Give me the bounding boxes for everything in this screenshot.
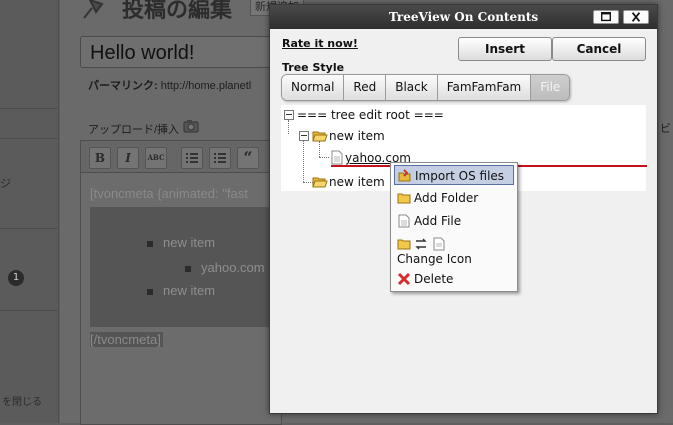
comment-count-badge: 1: [8, 270, 24, 286]
tree-connector: [319, 157, 329, 158]
close-icon: [631, 12, 641, 22]
menu-item-delete[interactable]: Delete: [394, 269, 514, 289]
menu-item-add-folder[interactable]: Add Folder: [394, 188, 514, 208]
tree-connector: [319, 141, 320, 157]
permalink-url[interactable]: http://home.planetl: [161, 80, 252, 92]
menu-item-import-os-files[interactable]: Import OS files: [394, 165, 514, 185]
numbered-list-icon: [214, 153, 226, 163]
tab-normal[interactable]: Normal: [282, 75, 345, 100]
visual-tab-label[interactable]: ビ: [660, 120, 671, 136]
sidebar-letter: ジ: [0, 177, 11, 190]
tree-style-tabs: Normal Red Black FamFamFam File: [281, 74, 571, 101]
close-button[interactable]: [623, 10, 649, 24]
tab-file[interactable]: File: [531, 75, 570, 100]
editor-item-link: yahoo.com: [201, 260, 265, 275]
rate-it-link[interactable]: Rate it now!: [282, 37, 358, 50]
collapse-menu-label[interactable]: を閉じる: [2, 393, 42, 408]
maximize-button[interactable]: [593, 10, 619, 24]
editor-toolbar: B I ABC “: [80, 140, 282, 174]
shortcode-close: [/tvoncmeta]: [90, 332, 163, 347]
tree-connector: [288, 120, 289, 134]
folder-open-icon: [312, 177, 328, 188]
file-icon: [331, 150, 343, 165]
admin-sidebar: ジ 1 を閉じる: [0, 0, 59, 423]
editor-item-1: new item: [163, 235, 216, 250]
list-bullet: [147, 289, 153, 295]
menu-item-add-file[interactable]: Add File: [394, 211, 514, 231]
folder-open-icon: [312, 131, 328, 142]
menu-label: Import OS files: [415, 169, 505, 183]
numbered-list-button[interactable]: [209, 147, 231, 169]
collapse-toggle-icon[interactable]: [299, 131, 309, 141]
tree-root[interactable]: === tree edit root ===: [297, 108, 444, 122]
dialog-title: TreeView On Contents: [388, 10, 539, 24]
post-content-editor[interactable]: [tvoncmeta {animated: "fast new item yah…: [80, 172, 282, 425]
strikethrough-button[interactable]: ABC: [145, 147, 167, 169]
tree-item-2[interactable]: new item: [329, 175, 385, 189]
tree-item-1[interactable]: new item: [329, 129, 385, 143]
italic-button[interactable]: I: [117, 147, 139, 169]
list-bullet: [185, 266, 191, 272]
context-menu: Import OS files Add Folder Add File Chan…: [390, 162, 518, 292]
permalink: パーマリンク: http://home.planetl: [88, 77, 251, 93]
page-title: 投稿の編集: [122, 0, 233, 23]
tree-style-label: Tree Style: [282, 61, 345, 74]
insert-button[interactable]: Insert: [458, 37, 552, 61]
pin-icon: [83, 0, 104, 19]
import-files-icon: [398, 169, 411, 182]
cancel-button[interactable]: Cancel: [552, 37, 646, 61]
menu-label: Delete: [414, 272, 454, 286]
bullet-list-button[interactable]: [181, 147, 203, 169]
shortcode-open: [tvoncmeta {animated: "fast: [90, 186, 248, 201]
tab-red[interactable]: Red: [344, 75, 387, 100]
editor-item-2: new item: [163, 283, 216, 298]
delete-icon: [397, 272, 411, 286]
bold-button[interactable]: B: [89, 147, 111, 169]
maximize-icon: [601, 12, 611, 22]
menu-label: Add Folder: [414, 191, 479, 205]
menu-label: Change Icon: [397, 252, 472, 266]
menu-item-change-icon[interactable]: Change Icon: [394, 233, 514, 269]
tree-connector: [303, 140, 304, 182]
list-bullet: [147, 241, 153, 247]
menu-label: Add File: [414, 214, 462, 228]
permalink-label: パーマリンク:: [88, 80, 158, 92]
bullet-list-icon: [186, 153, 198, 163]
collapse-toggle-icon[interactable]: [284, 110, 294, 120]
media-upload-icon[interactable]: [183, 119, 199, 133]
tab-black[interactable]: Black: [386, 75, 438, 100]
file-icon: [398, 214, 410, 228]
tab-famfamfam[interactable]: FamFamFam: [437, 75, 532, 100]
folder-icon: [397, 193, 411, 204]
blockquote-button[interactable]: “: [237, 147, 259, 169]
upload-insert-label: アップロード/挿入: [88, 124, 180, 136]
